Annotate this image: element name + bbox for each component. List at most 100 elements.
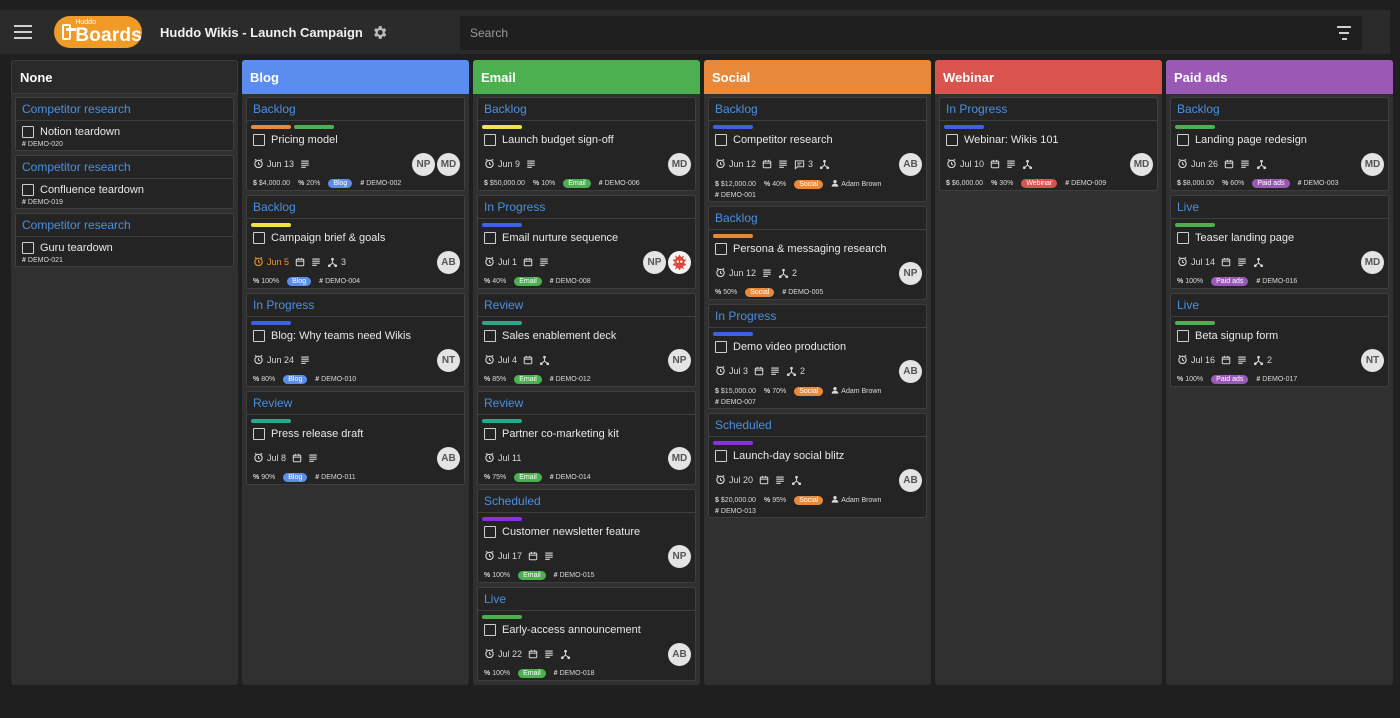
- card[interactable]: Live Teaser landing page Jul 14 MD% 100% Paid…: [1170, 195, 1389, 289]
- category-tag[interactable]: Blog: [283, 375, 308, 384]
- card-checkbox[interactable]: [1177, 330, 1189, 342]
- due-date[interactable]: Jun 12: [715, 267, 756, 280]
- due-date[interactable]: Jul 22: [484, 648, 522, 661]
- due-date[interactable]: Jun 9: [484, 158, 520, 171]
- card-title[interactable]: Launch budget sign-off: [502, 134, 614, 146]
- category-tag[interactable]: Social: [794, 179, 824, 189]
- card[interactable]: In Progress Demo video production Jul 3 2 AB…: [708, 304, 927, 409]
- avatar[interactable]: MD: [437, 152, 460, 176]
- avatar[interactable]: NP: [643, 250, 666, 274]
- category-tag[interactable]: Email: [563, 179, 591, 188]
- due-date[interactable]: Jul 14: [1177, 256, 1215, 269]
- avatar[interactable]: AB: [668, 642, 691, 666]
- avatar[interactable]: MD: [668, 152, 691, 176]
- gear-icon[interactable]: [371, 23, 389, 41]
- card[interactable]: Scheduled Customer newsletter feature Jul …: [477, 489, 696, 583]
- huddo-boards-logo[interactable]: Huddo Boards: [54, 16, 142, 48]
- avatar[interactable]: MD: [1361, 152, 1384, 176]
- card-title[interactable]: Email nurture sequence: [502, 232, 618, 244]
- due-date[interactable]: Jun 13: [253, 158, 294, 171]
- card-checkbox[interactable]: [253, 134, 265, 146]
- card[interactable]: Review Press release draft Jul 8 AB% 90% Blog…: [246, 391, 465, 485]
- avatar[interactable]: NT: [1361, 348, 1384, 372]
- card-checkbox[interactable]: [484, 526, 496, 538]
- card[interactable]: Competitor research Confluence teardown # D…: [15, 155, 234, 209]
- card-status-link[interactable]: Competitor research: [20, 214, 229, 236]
- card[interactable]: In Progress Blog: Why teams need Wikis Jun…: [246, 293, 465, 387]
- card-title[interactable]: Confluence teardown: [40, 184, 144, 196]
- card-status-link[interactable]: Backlog: [1175, 98, 1384, 120]
- due-date[interactable]: Jul 3: [715, 365, 748, 378]
- card[interactable]: Backlog Pricing model Jun 13 NP MD $ $4,000.00…: [246, 97, 465, 191]
- avatar[interactable]: NT: [437, 348, 460, 372]
- category-tag[interactable]: Blog: [283, 473, 308, 482]
- due-date[interactable]: Jul 16: [1177, 354, 1215, 367]
- due-date[interactable]: Jul 1: [484, 256, 517, 269]
- card-checkbox[interactable]: [715, 341, 727, 353]
- due-date[interactable]: Jul 10: [946, 158, 984, 171]
- avatar[interactable]: MD: [1130, 152, 1153, 176]
- column-header-social[interactable]: Social: [704, 60, 931, 94]
- category-tag[interactable]: Email: [514, 375, 542, 384]
- avatar[interactable]: AB: [899, 152, 922, 176]
- card-title[interactable]: Customer newsletter feature: [502, 526, 640, 538]
- due-date[interactable]: Jul 11: [484, 452, 521, 465]
- card-checkbox[interactable]: [253, 428, 265, 440]
- card-status-link[interactable]: Backlog: [713, 207, 922, 229]
- card[interactable]: In Progress Webinar: Wikis 101 Jul 10 MD $ $6…: [939, 97, 1158, 191]
- avatar[interactable]: NP: [668, 348, 691, 372]
- column-header-email[interactable]: Email: [473, 60, 700, 94]
- card[interactable]: Backlog Landing page redesign Jun 26 MD $ $8,…: [1170, 97, 1389, 191]
- search-input[interactable]: [470, 26, 1336, 40]
- due-date[interactable]: Jun 12: [715, 158, 756, 171]
- category-tag[interactable]: Paid ads: [1252, 179, 1290, 188]
- card-title[interactable]: Beta signup form: [1195, 330, 1278, 342]
- card-checkbox[interactable]: [484, 624, 496, 636]
- category-tag[interactable]: Webinar: [1021, 179, 1058, 188]
- avatar[interactable]: MD: [668, 446, 691, 470]
- card[interactable]: Backlog Persona & messaging research Jun 1…: [708, 206, 927, 300]
- card-title[interactable]: Webinar: Wikis 101: [964, 134, 1059, 146]
- category-tag[interactable]: Email: [514, 277, 542, 286]
- card-status-link[interactable]: Competitor research: [20, 98, 229, 120]
- card-checkbox[interactable]: [715, 450, 727, 462]
- card-status-link[interactable]: Live: [482, 588, 691, 610]
- card-checkbox[interactable]: [22, 126, 34, 138]
- card-title[interactable]: Pricing model: [271, 134, 338, 146]
- card-title[interactable]: Demo video production: [733, 341, 846, 353]
- avatar[interactable]: AB: [437, 250, 460, 274]
- category-tag[interactable]: Email: [518, 571, 546, 580]
- card[interactable]: Review Sales enablement deck Jul 4 NP% 85% Em…: [477, 293, 696, 387]
- card-title[interactable]: Partner co-marketing kit: [502, 428, 619, 440]
- card-status-link[interactable]: Backlog: [713, 98, 922, 120]
- due-date[interactable]: Jul 17: [484, 550, 522, 563]
- category-tag[interactable]: Social: [794, 386, 824, 396]
- card-title[interactable]: Press release draft: [271, 428, 363, 440]
- card[interactable]: Live Early-access announcement Jul 22 AB% 10…: [477, 587, 696, 681]
- category-tag[interactable]: Social: [794, 495, 824, 505]
- card-status-link[interactable]: Live: [1175, 196, 1384, 218]
- avatar[interactable]: NP: [899, 261, 922, 285]
- card[interactable]: Scheduled Launch-day social blitz Jul 20 AB…: [708, 413, 927, 518]
- card-status-link[interactable]: In Progress: [713, 305, 922, 327]
- category-tag[interactable]: Blog: [328, 179, 353, 188]
- card[interactable]: Competitor research Guru teardown # DEMO-02…: [15, 213, 234, 267]
- card-status-link[interactable]: Backlog: [251, 196, 460, 218]
- card-status-link[interactable]: In Progress: [944, 98, 1153, 120]
- card-checkbox[interactable]: [484, 232, 496, 244]
- card-title[interactable]: Competitor research: [733, 134, 833, 146]
- card-status-link[interactable]: In Progress: [251, 294, 460, 316]
- card-title[interactable]: Notion teardown: [40, 126, 120, 138]
- card-checkbox[interactable]: [253, 330, 265, 342]
- card-title[interactable]: Persona & messaging research: [733, 243, 886, 255]
- card-checkbox[interactable]: [253, 232, 265, 244]
- due-date[interactable]: Jul 4: [484, 354, 517, 367]
- due-date[interactable]: Jul 20: [715, 474, 753, 487]
- card-status-link[interactable]: Scheduled: [482, 490, 691, 512]
- card[interactable]: Live Beta signup form Jul 16 2 NT% 100% Paid a…: [1170, 293, 1389, 387]
- due-date[interactable]: Jun 5: [253, 256, 289, 269]
- card-title[interactable]: Sales enablement deck: [502, 330, 616, 342]
- card-status-link[interactable]: Backlog: [482, 98, 691, 120]
- card[interactable]: Review Partner co-marketing kit Jul 11 MD% 7…: [477, 391, 696, 485]
- category-tag[interactable]: Blog: [287, 277, 312, 286]
